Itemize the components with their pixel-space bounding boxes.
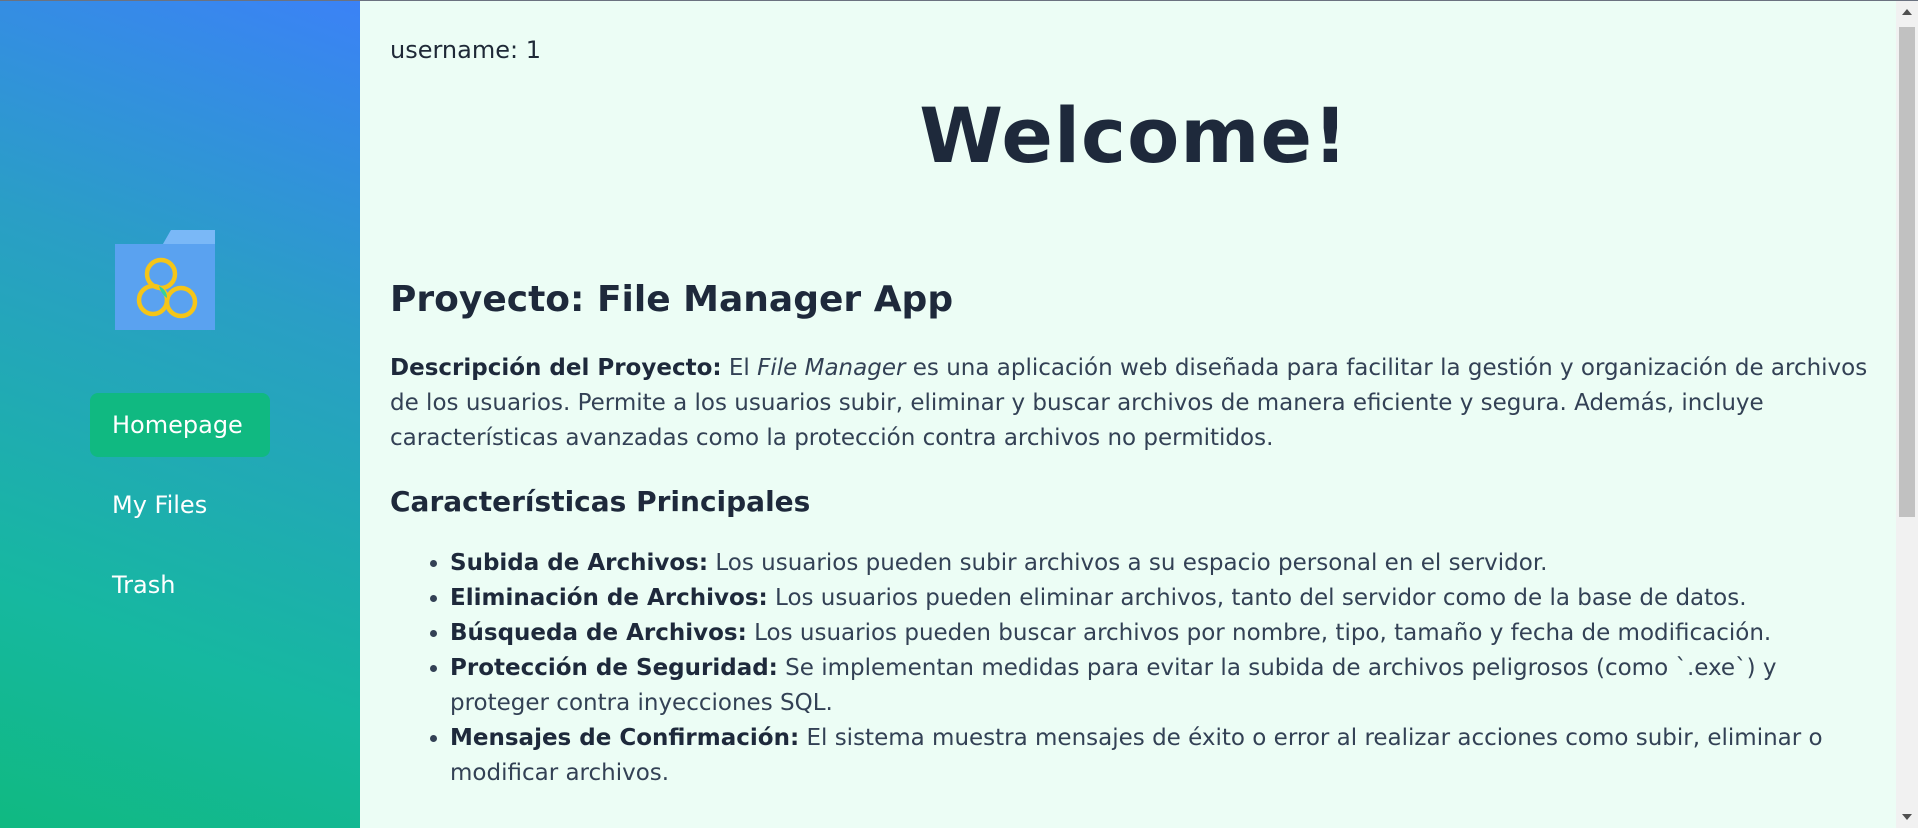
welcome-heading: Welcome! — [919, 91, 1349, 180]
list-item: Mensajes de Confirmación: El sistema mue… — [450, 721, 1878, 791]
sidebar-item-trash[interactable]: Trash — [90, 553, 270, 617]
description-pre: El — [721, 355, 758, 381]
app-window: Homepage My Files Trash username: 1 Welc… — [0, 0, 1918, 828]
list-item: Búsqueda de Archivos: Los usuarios puede… — [450, 616, 1878, 651]
content-area: username: 1 Welcome! Proyecto: File Mana… — [390, 1, 1878, 791]
project-description: Descripción del Proyecto: El File Manage… — [390, 351, 1878, 456]
feature-label: Búsqueda de Archivos: — [450, 620, 747, 646]
vertical-scrollbar[interactable] — [1896, 1, 1918, 828]
list-item: Eliminación de Archivos: Los usuarios pu… — [450, 581, 1878, 616]
project-title: Proyecto: File Manager App — [390, 279, 954, 320]
sidebar-nav: Homepage My Files Trash — [90, 393, 270, 633]
username-label: username: 1 — [390, 36, 541, 64]
main-content: username: 1 Welcome! Proyecto: File Mana… — [360, 1, 1918, 828]
feature-label: Subida de Archivos: — [450, 550, 709, 576]
feature-label: Mensajes de Confirmación: — [450, 725, 800, 751]
sidebar: Homepage My Files Trash — [0, 1, 360, 828]
features-heading: Características Principales — [390, 485, 811, 518]
scroll-down-icon[interactable] — [1902, 814, 1912, 820]
feature-label: Eliminación de Archivos: — [450, 585, 768, 611]
list-item: Subida de Archivos: Los usuarios pueden … — [450, 546, 1878, 581]
folder-clover-logo-icon — [115, 230, 215, 330]
description-label: Descripción del Proyecto: — [390, 355, 722, 381]
feature-text: Los usuarios pueden buscar archivos por … — [746, 620, 1772, 646]
feature-text: Los usuarios pueden eliminar archivos, t… — [767, 585, 1747, 611]
description-emphasis: File Manager — [757, 355, 906, 381]
feature-text: Los usuarios pueden subir archivos a su … — [708, 550, 1548, 576]
list-item: Protección de Seguridad: Se implementan … — [450, 651, 1878, 721]
features-list: Subida de Archivos: Los usuarios pueden … — [390, 546, 1878, 791]
scroll-up-icon[interactable] — [1902, 9, 1912, 15]
sidebar-item-homepage[interactable]: Homepage — [90, 393, 270, 457]
sidebar-item-my-files[interactable]: My Files — [90, 473, 270, 537]
feature-label: Protección de Seguridad: — [450, 655, 778, 681]
scrollbar-thumb[interactable] — [1899, 27, 1915, 517]
